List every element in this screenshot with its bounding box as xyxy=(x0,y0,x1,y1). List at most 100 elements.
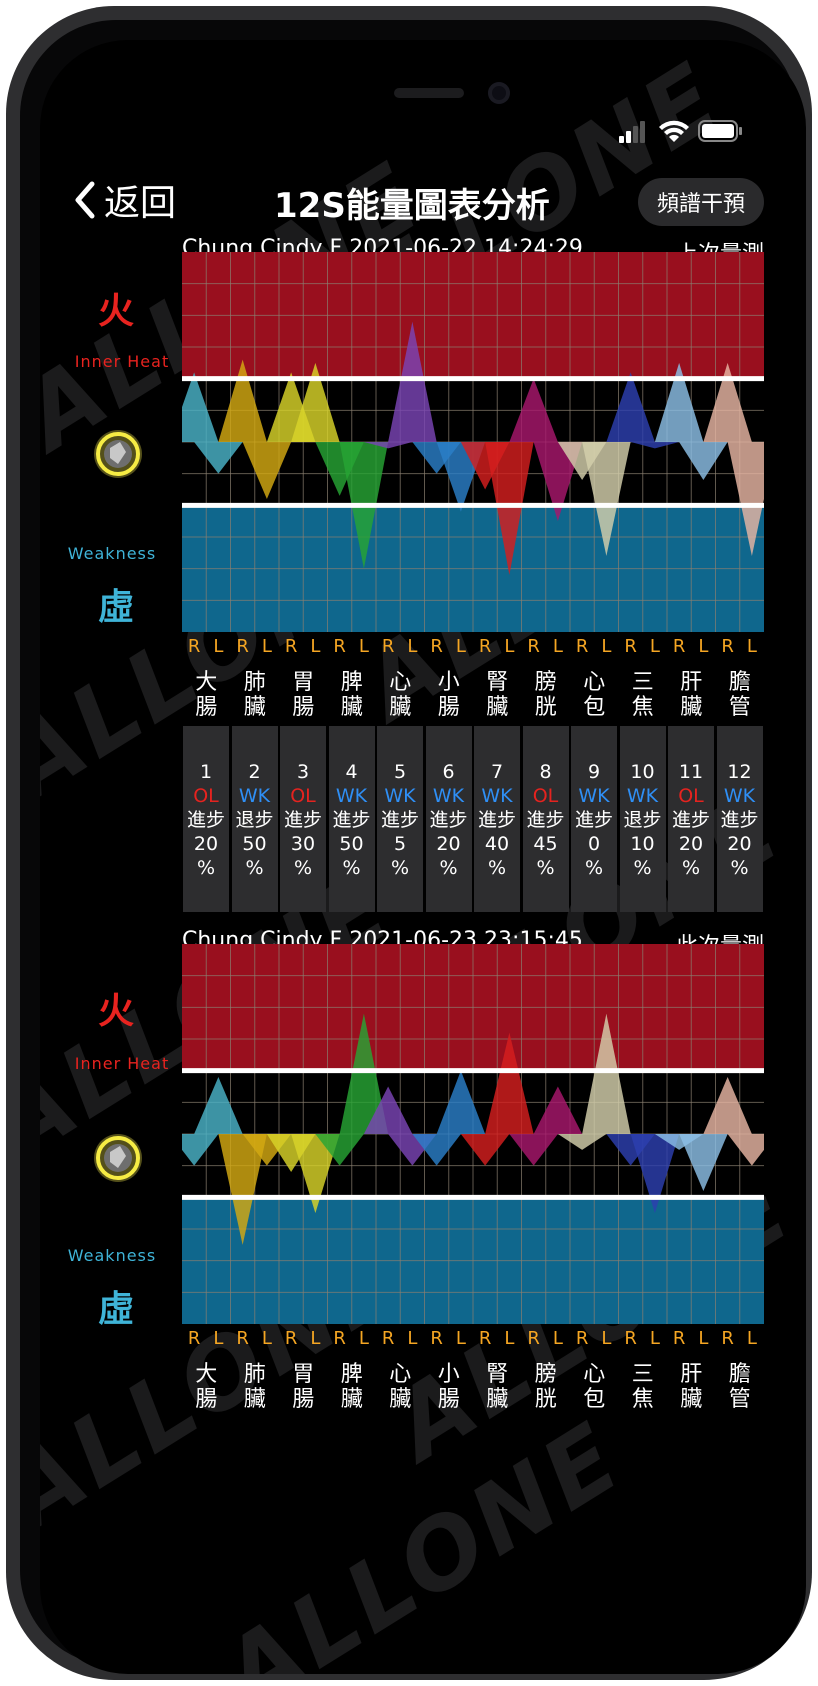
card-trend: 退步 xyxy=(623,809,662,831)
back-label: 返回 xyxy=(104,183,177,224)
card-unit: % xyxy=(584,857,604,879)
card-unit: % xyxy=(342,857,361,879)
organ-label: 肝臟 xyxy=(680,1362,703,1412)
card-percent: 50 xyxy=(242,833,267,855)
card-unit: % xyxy=(681,857,701,879)
device-notch xyxy=(266,40,588,120)
side-label: L xyxy=(310,636,321,657)
organ-label: 肝臟 xyxy=(680,670,703,720)
organ-label: 膀胱 xyxy=(534,670,557,720)
card-unit: % xyxy=(293,857,313,879)
card-trend: 進步 xyxy=(671,809,710,831)
cellular-signal-icon xyxy=(619,121,645,143)
side-label: L xyxy=(649,636,660,657)
card-status: WK xyxy=(723,785,756,807)
organ-label: 小腸 xyxy=(437,1362,460,1412)
side-label: R xyxy=(430,1328,443,1349)
organ-label: 大腸 xyxy=(195,1362,218,1412)
side-label: L xyxy=(698,636,709,657)
card-trend: 進步 xyxy=(186,809,225,831)
organ-label: 三焦 xyxy=(631,1362,654,1412)
result-card: 3 OL 進步 30% xyxy=(280,726,326,912)
organ-label: 大腸 xyxy=(195,670,218,720)
side-label: R xyxy=(430,636,443,657)
side-label: R xyxy=(527,1328,540,1349)
side-label: R xyxy=(236,636,249,657)
side-label: R xyxy=(381,1328,395,1349)
side-label: L xyxy=(407,1328,418,1349)
side-label: L xyxy=(601,1328,612,1349)
side-label: R xyxy=(672,1328,686,1349)
energy-orb-icon xyxy=(94,430,142,478)
card-unit: % xyxy=(487,857,507,879)
card-status: OL xyxy=(678,785,704,807)
inner-heat-label: Inner Heat xyxy=(74,1054,170,1073)
navigation-bar: 返回 12S能量圖表分析 頻譜干預 xyxy=(40,170,806,230)
energy-orb-icon xyxy=(94,1134,142,1182)
side-label: R xyxy=(575,636,589,657)
organ-label: 膽管 xyxy=(728,1362,751,1412)
card-number: 12 xyxy=(727,761,752,783)
phone-bezel: ALLONE ALLONE ALLONE ALLONE ALLONE ALLON… xyxy=(20,20,806,1674)
card-percent: 20 xyxy=(678,833,704,855)
card-status: WK xyxy=(481,785,513,807)
organ-label: 肺臟 xyxy=(243,670,266,720)
chevron-left-icon xyxy=(75,181,95,219)
side-label: L xyxy=(261,636,272,657)
side-label: R xyxy=(721,1328,734,1349)
organ-label: 腎臟 xyxy=(486,1362,509,1412)
card-status: OL xyxy=(532,785,559,807)
card-percent: 20 xyxy=(436,833,461,855)
organ-label: 脾臟 xyxy=(340,670,363,720)
spectrum-intervention-button[interactable]: 頻譜干預 xyxy=(638,178,764,226)
card-percent: 20 xyxy=(727,833,752,855)
side-label: L xyxy=(746,636,757,657)
card-trend: 退步 xyxy=(235,809,274,831)
current-energy-chart xyxy=(182,944,764,1324)
earpiece-speaker xyxy=(394,88,464,98)
card-status: WK xyxy=(626,785,659,807)
card-percent: 50 xyxy=(339,833,364,855)
card-trend: 進步 xyxy=(574,809,613,831)
card-status: WK xyxy=(335,785,368,807)
current-organ-labels: 大腸肺臟胃腸脾臟心臟小腸腎臟膀胱心包三焦肝臟膽管 xyxy=(182,1362,764,1414)
card-percent: 0 xyxy=(587,833,601,855)
organ-label: 膽管 xyxy=(728,670,751,720)
result-card: 12 WK 進步 20% xyxy=(716,726,763,912)
card-percent: 40 xyxy=(484,833,510,855)
card-number: 4 xyxy=(345,761,358,783)
card-status: WK xyxy=(384,785,416,807)
app-screen: ALLONE ALLONE ALLONE ALLONE ALLONE ALLON… xyxy=(40,40,806,1674)
card-percent: 20 xyxy=(193,833,219,855)
card-percent: 45 xyxy=(533,833,558,855)
side-label: L xyxy=(746,1328,757,1349)
result-card: 4 WK 進步 50% xyxy=(328,726,375,912)
result-card: 6 WK 進步 20% xyxy=(425,726,472,912)
side-label: L xyxy=(601,636,612,657)
organ-label: 胃腸 xyxy=(292,670,315,720)
card-unit: % xyxy=(439,857,458,879)
fire-character: 火 xyxy=(98,290,135,332)
side-label: R xyxy=(333,636,346,657)
side-label: L xyxy=(213,636,224,657)
weakness-label: Weakness xyxy=(67,1246,157,1265)
previous-side-labels: RLRLRLRLRLRLRLRLRLRLRLRL xyxy=(182,636,764,658)
side-label: L xyxy=(649,1328,660,1349)
card-number: 2 xyxy=(248,761,261,783)
side-label: R xyxy=(575,1328,589,1349)
result-card: 1 OL 進步 20% xyxy=(183,726,229,912)
card-unit: % xyxy=(536,857,555,879)
card-status: WK xyxy=(238,785,271,807)
side-label: L xyxy=(261,1328,272,1349)
side-label: L xyxy=(504,1328,515,1349)
card-trend: 進步 xyxy=(477,809,516,831)
back-button[interactable]: 返回 xyxy=(72,178,176,224)
card-percent: 10 xyxy=(630,833,655,855)
side-label: L xyxy=(213,1328,224,1349)
side-label: R xyxy=(478,1328,492,1349)
side-label: L xyxy=(455,1328,466,1349)
side-label: R xyxy=(478,636,492,657)
organ-label: 三焦 xyxy=(631,670,654,720)
previous-organ-labels: 大腸肺臟胃腸脾臟心臟小腸腎臟膀胱心包三焦肝臟膽管 xyxy=(182,670,764,722)
current-side-labels: RLRLRLRLRLRLRLRLRLRLRLRL xyxy=(182,1328,764,1350)
